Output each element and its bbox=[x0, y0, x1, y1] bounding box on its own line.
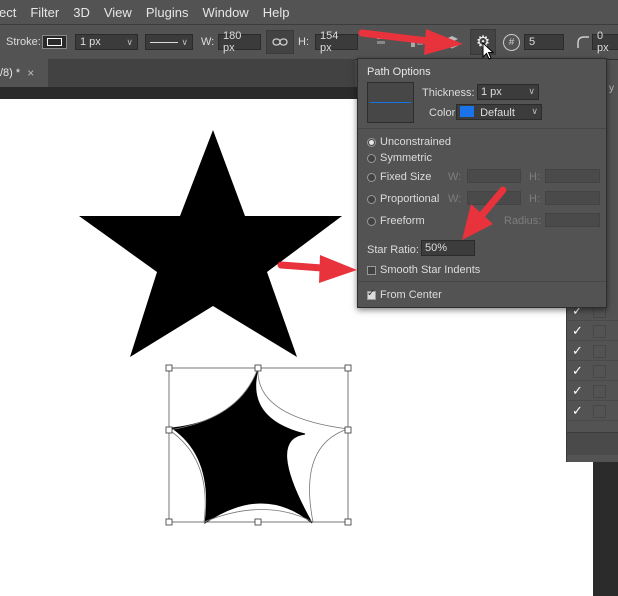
annotation-arrows bbox=[277, 29, 507, 283]
arrow-to-gear-icon bbox=[358, 29, 463, 55]
arrow-to-star-ratio-icon bbox=[462, 186, 507, 240]
arrow-to-smooth-indents-icon bbox=[277, 255, 357, 283]
